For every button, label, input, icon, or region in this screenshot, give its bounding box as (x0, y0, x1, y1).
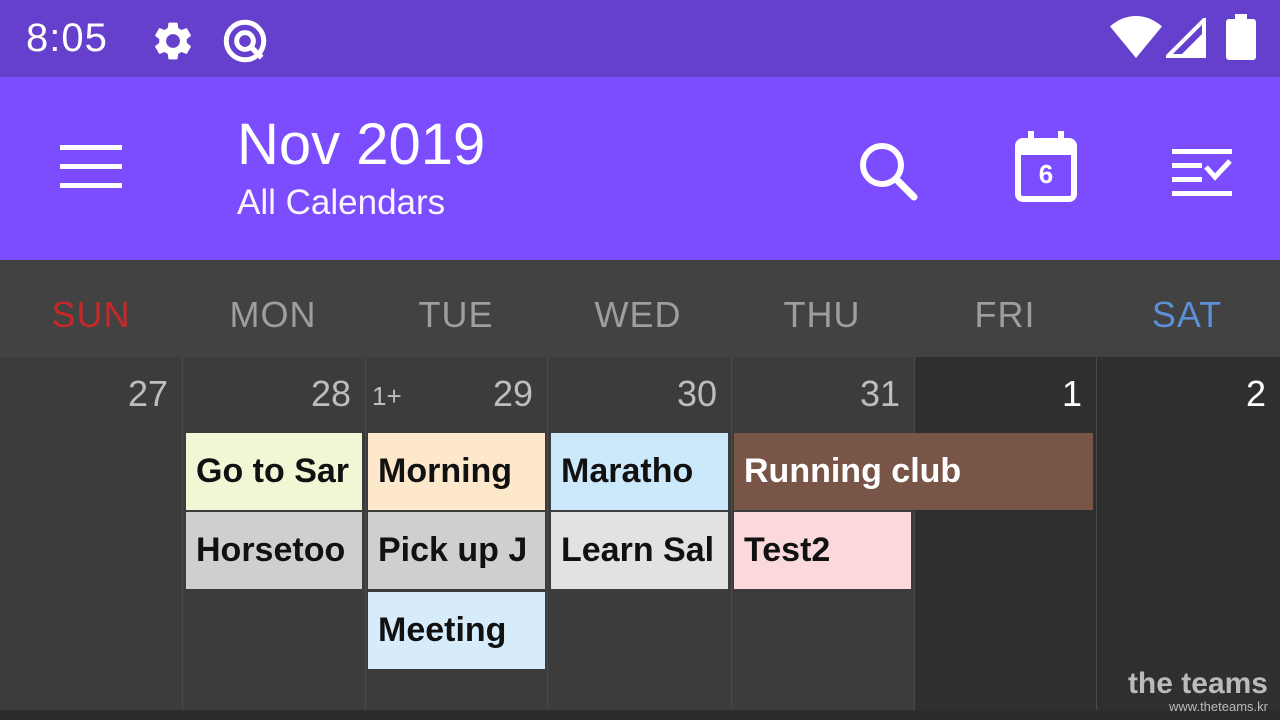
event-chip[interactable]: Pick up J (368, 512, 545, 589)
watermark-url: www.theteams.kr (1169, 699, 1268, 714)
day-cell[interactable]: 1 (914, 357, 1096, 710)
weekday-tue: TUE (418, 294, 494, 335)
day-number: 27 (127, 373, 168, 414)
grid-bottom-divider (0, 710, 1280, 720)
wifi-icon (1110, 16, 1162, 58)
status-bar: 8:05 (0, 0, 1280, 77)
weekday-header: SUN MON TUE WED THU FRI SAT (0, 260, 1280, 357)
signal-icon (1166, 18, 1206, 58)
status-time: 8:05 (26, 16, 108, 60)
day-number: 2 (1245, 373, 1266, 414)
event-chip[interactable]: Horsetoo (186, 512, 362, 589)
checklist-icon (1172, 149, 1232, 196)
day-number: 30 (676, 373, 717, 414)
event-chip[interactable]: Meeting (368, 592, 545, 669)
battery-icon (1226, 14, 1256, 60)
weekday-fri: FRI (974, 294, 1036, 335)
calendar-filter-label[interactable]: All Calendars (237, 183, 445, 223)
event-chip[interactable]: Go to Sar (186, 433, 362, 510)
month-title[interactable]: Nov 2019 (237, 113, 485, 177)
day-number: 29 (492, 373, 533, 414)
day-number: 31 (859, 373, 900, 414)
more-events-indicator[interactable]: 1+ (372, 381, 402, 412)
weekday-thu: THU (783, 294, 861, 335)
menu-button[interactable] (56, 137, 126, 197)
vpn-icon (223, 19, 267, 63)
view-mode-button[interactable] (1168, 143, 1236, 199)
watermark-text: the teams (1127, 667, 1268, 700)
app-bar: Nov 2019 All Calendars 6 (0, 77, 1280, 260)
watermark: the teams www.theteams.kr (1128, 668, 1268, 714)
search-icon (860, 143, 918, 201)
event-chip[interactable]: Maratho (551, 433, 728, 510)
weekday-wed: WED (594, 294, 682, 335)
weekday-mon: MON (229, 294, 317, 335)
day-cell[interactable]: 2 (1096, 357, 1280, 710)
event-chip-multiday[interactable]: Running club (734, 433, 1093, 510)
event-chip[interactable]: Test2 (734, 512, 911, 589)
hamburger-menu-icon (60, 145, 122, 188)
event-chip[interactable]: Learn Sal (551, 512, 728, 589)
day-number: 1 (1061, 373, 1082, 414)
search-button[interactable] (852, 135, 924, 207)
today-date-number: 6 (1038, 159, 1054, 189)
day-number: 28 (310, 373, 351, 414)
event-chip[interactable]: Morning (368, 433, 545, 510)
day-cell[interactable]: 27 (0, 357, 182, 710)
gear-icon (155, 22, 191, 60)
today-button[interactable]: 6 (1010, 129, 1082, 207)
weekday-sun: SUN (51, 294, 131, 335)
weekday-sat: SAT (1151, 294, 1223, 335)
